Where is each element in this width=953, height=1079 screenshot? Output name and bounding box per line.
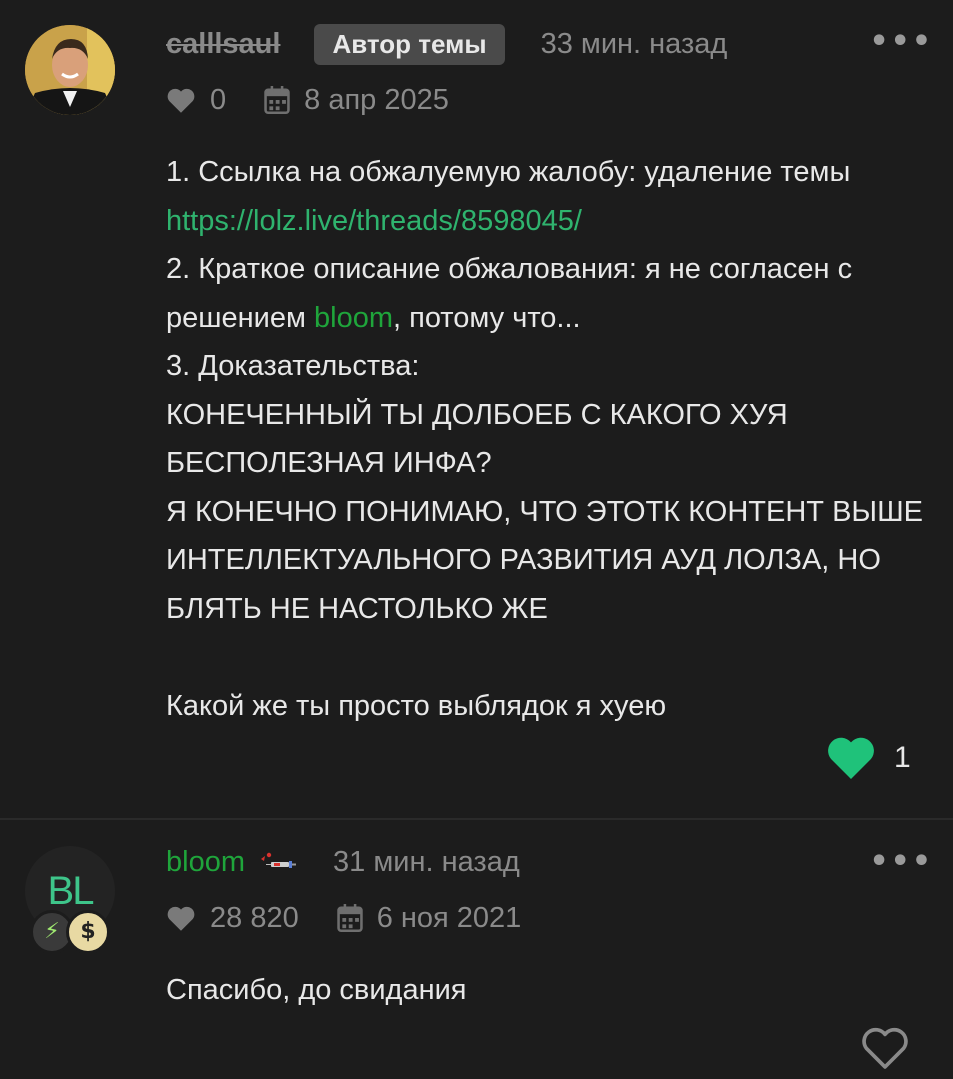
heart-icon	[167, 88, 195, 113]
heart-filled-icon	[828, 737, 874, 779]
post-time[interactable]: 31 мин. назад	[333, 846, 520, 879]
avatar-initials: BL	[47, 869, 95, 913]
content-line-1: Спасибо, до свидания	[166, 974, 467, 1006]
like-button[interactable]	[860, 1025, 910, 1070]
post-time[interactable]: 33 мин. назад	[541, 28, 728, 61]
heart-outline-icon	[862, 1027, 908, 1069]
content-line-1: 1. Ссылка на обжалуемую жалобу: удаление…	[166, 148, 936, 245]
content-line-2: 2. Краткое описание обжалования: я не со…	[166, 245, 936, 342]
content-line-4: КОНЕЧЕННЫЙ ТЫ ДОЛБОЕБ С КАКОГО ХУЯ БЕСПО…	[166, 398, 788, 480]
user-stats: 0 8 апр 2025	[166, 80, 449, 120]
user-likes-count: 0	[210, 83, 227, 116]
user-badges: ⚡ $	[30, 910, 120, 960]
more-horizontal-icon[interactable]: •••	[869, 24, 933, 59]
post-content: 1. Ссылка на обжалуемую жалобу: удаление…	[166, 148, 936, 730]
post-like-count: 1	[894, 740, 911, 774]
content-text: , потому что...	[393, 301, 581, 334]
user-stats: 28 820 6 ноя 2021	[166, 898, 521, 938]
post-header: bloom 31 мин. назад	[166, 842, 520, 882]
content-line-5: Я КОНЕЧНО ПОНИМАЮ, ЧТО ЭТОТК КОНТЕНТ ВЫШ…	[166, 495, 924, 625]
user-register-date: 6 ноя 2021	[376, 901, 522, 934]
post-content: Спасибо, до свидания	[166, 966, 936, 1015]
avatar-photo-icon	[25, 25, 115, 115]
post-calllsaul: calllsaul Автор темы 33 мин. назад ••• 0…	[0, 0, 953, 818]
content-line-3: 3. Доказательства:	[166, 350, 420, 382]
post-header: calllsaul Автор темы 33 мин. назад	[166, 23, 728, 65]
author-badge: Автор темы	[314, 23, 505, 65]
username-link[interactable]: bloom	[166, 846, 245, 879]
post-bloom: BL ⚡ $ bloom 31 мин. назад ••• 28 820 6 …	[0, 820, 953, 1079]
dollar-badge-icon[interactable]: $	[66, 910, 110, 954]
content-text: 1. Ссылка на обжалуемую жалобу: удаление…	[166, 156, 851, 188]
more-horizontal-icon[interactable]: •••	[869, 844, 933, 879]
content-line-6: Какой же ты просто выблядок я хуею	[166, 689, 667, 722]
syringe-icon	[257, 849, 297, 876]
user-avatar[interactable]	[25, 25, 115, 115]
like-button[interactable]: 1	[826, 735, 911, 780]
user-mention-link[interactable]: bloom	[314, 302, 393, 334]
calendar-icon	[264, 86, 290, 114]
calendar-icon	[336, 904, 363, 932]
username-link[interactable]: calllsaul	[166, 28, 280, 61]
thread-link[interactable]: https://lolz.live/threads/8598045/	[166, 205, 582, 237]
user-register-date: 8 апр 2025	[304, 83, 449, 116]
heart-icon	[167, 906, 195, 931]
user-likes-count: 28 820	[210, 901, 299, 934]
